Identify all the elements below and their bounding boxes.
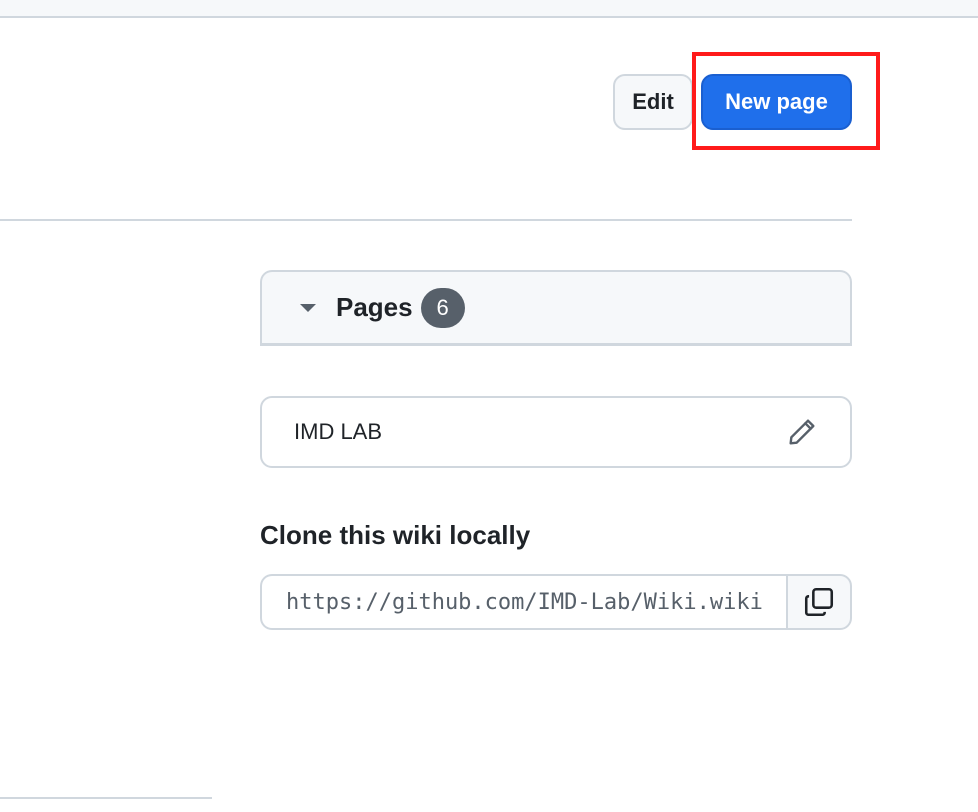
pages-count-badge: 6 <box>420 287 465 328</box>
clone-url-group <box>260 574 852 630</box>
new-page-button[interactable]: New page <box>701 74 852 130</box>
wiki-title-box: IMD LAB <box>260 396 852 468</box>
wiki-title: IMD LAB <box>294 419 383 444</box>
triangle-down-icon <box>300 303 316 312</box>
copy-icon <box>804 587 834 617</box>
copy-button[interactable] <box>786 574 852 630</box>
edit-button[interactable]: Edit <box>613 74 693 130</box>
pages-toggle[interactable]: Pages 6 <box>260 270 852 346</box>
top-strip <box>0 0 978 18</box>
clone-heading: Clone this wiki locally <box>260 520 531 550</box>
divider <box>0 219 852 221</box>
clone-url-input[interactable] <box>260 574 786 630</box>
pencil-icon[interactable] <box>786 416 818 448</box>
bottom-divider <box>0 797 212 799</box>
pages-label: Pages <box>336 292 413 322</box>
